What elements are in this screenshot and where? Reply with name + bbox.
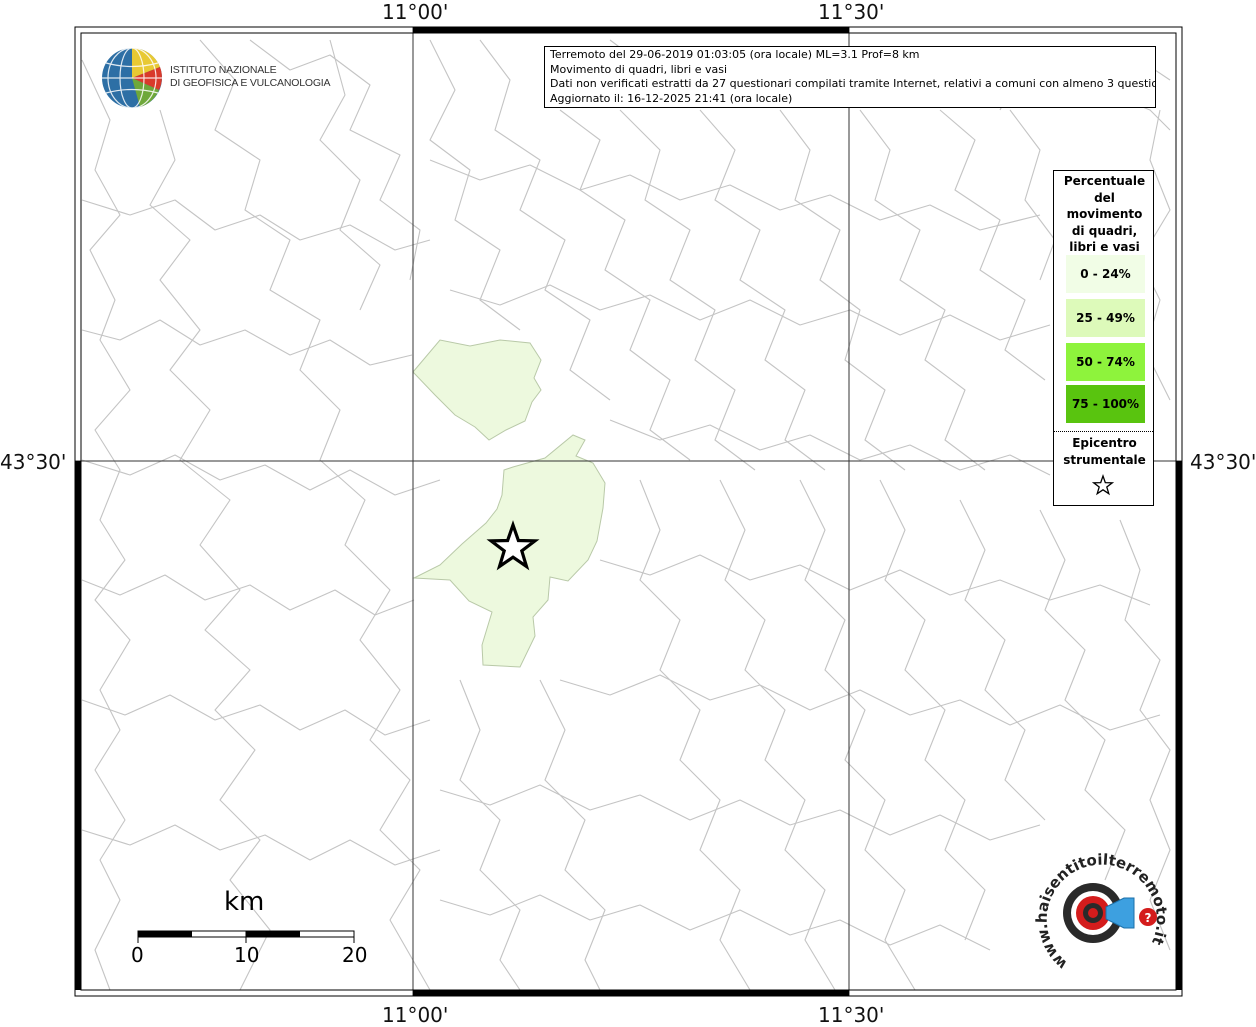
legend: Percentuale del movimento di quadri, lib… bbox=[1053, 170, 1154, 506]
legend-title-line: del bbox=[1094, 190, 1115, 205]
legend-item-50-74: 50 - 74% bbox=[1066, 343, 1145, 381]
legend-title-line: libri e vasi bbox=[1069, 240, 1140, 255]
lon-label-top-2: 11°30' bbox=[818, 0, 885, 24]
legend-title-line: Percentuale bbox=[1063, 174, 1146, 188]
legend-epicenter-line: strumentale bbox=[1063, 452, 1146, 467]
event-info-line-3: Dati non verificati estratti da 27 quest… bbox=[550, 77, 1156, 91]
lon-label-top-1: 11°00' bbox=[382, 0, 449, 24]
ingv-line-1: ISTITUTO NAZIONALE bbox=[170, 64, 277, 76]
legend-item-75-100: 75 - 100% bbox=[1066, 385, 1145, 423]
scale-unit: km bbox=[224, 887, 265, 917]
ingv-line-2: DI GEOFISICA E VULCANOLOGIA bbox=[170, 77, 331, 89]
legend-item-0-24: 0 - 24% bbox=[1066, 255, 1145, 293]
legend-separator bbox=[1054, 431, 1153, 432]
scale-tick-20: 20 bbox=[342, 943, 368, 967]
legend-item-25-49: 25 - 49% bbox=[1066, 299, 1145, 337]
ingv-logo-icon bbox=[102, 47, 162, 109]
legend-epicenter-label: Epicentro strumentale bbox=[1054, 435, 1155, 468]
event-info-box: Terremoto del 29-06-2019 01:03:05 (ora l… bbox=[544, 46, 1156, 108]
lon-label-bottom-2: 11°30' bbox=[818, 1003, 885, 1027]
event-info-line-2: Movimento di quadri, libri e vasi bbox=[550, 62, 728, 76]
lat-label-left: 43°30' bbox=[0, 450, 67, 474]
legend-title-line: movimento bbox=[1066, 207, 1143, 222]
lon-label-bottom-1: 11°00' bbox=[382, 1003, 449, 1027]
legend-star-icon bbox=[1092, 474, 1114, 496]
svg-text:?: ? bbox=[1145, 911, 1152, 925]
ingv-logo-text: ISTITUTO NAZIONALE DI GEOFISICA E VULCAN… bbox=[170, 64, 331, 90]
scale-tick-10: 10 bbox=[234, 943, 260, 967]
map-canvas: ? www.haisentitoilterremoto.it bbox=[74, 26, 1183, 997]
lat-label-right: 43°30' bbox=[1190, 450, 1256, 474]
map-area bbox=[75, 27, 1182, 996]
event-info-line-4: Aggiornato il: 16-12-2025 21:41 (ora loc… bbox=[550, 91, 793, 105]
event-info-line-1: Terremoto del 29-06-2019 01:03:05 (ora l… bbox=[550, 48, 920, 61]
legend-title-line: di quadri, bbox=[1071, 223, 1138, 238]
scale-tick-0: 0 bbox=[131, 943, 144, 967]
legend-epicenter-line: Epicentro bbox=[1072, 436, 1137, 450]
legend-title: Percentuale del movimento di quadri, lib… bbox=[1054, 173, 1155, 256]
